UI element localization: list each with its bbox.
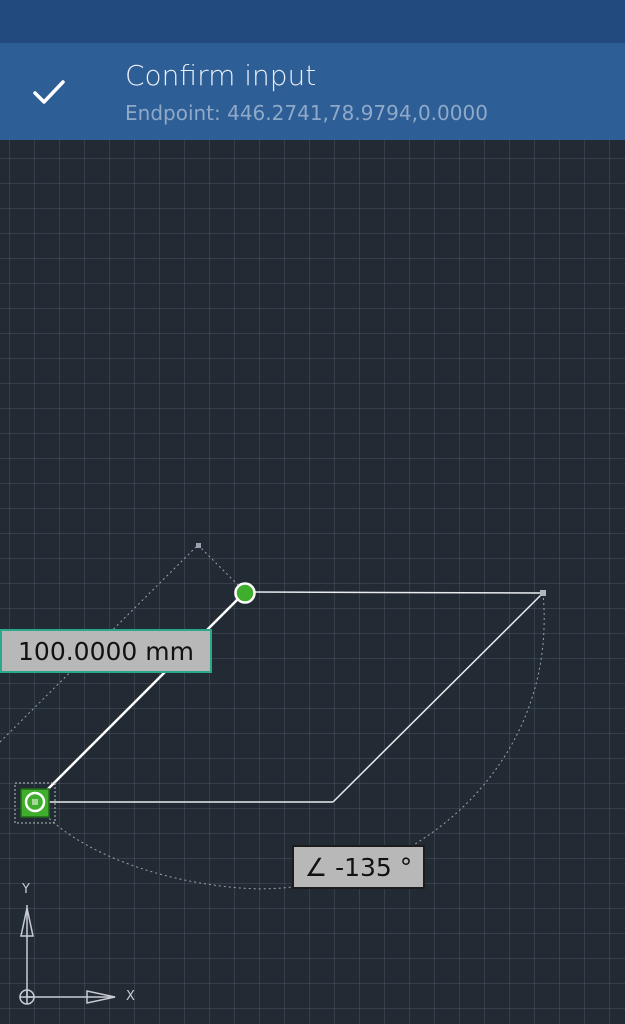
angle-dimension-input[interactable]: ∠ -135 ° <box>292 845 425 889</box>
ucs-y-label: Y <box>22 882 30 897</box>
line-diagonal-right <box>332 592 544 803</box>
length-dimension-input[interactable]: 100.0000 mm <box>0 629 212 673</box>
ucs-icon <box>19 905 116 1005</box>
ucs-x-label: X <box>126 989 135 1004</box>
construction-point <box>196 543 201 548</box>
end-point-marker <box>540 590 546 596</box>
start-grip[interactable] <box>14 782 56 824</box>
endpoint-grip[interactable] <box>234 582 256 604</box>
line-top <box>244 591 544 594</box>
line-rubber-band <box>34 591 246 803</box>
